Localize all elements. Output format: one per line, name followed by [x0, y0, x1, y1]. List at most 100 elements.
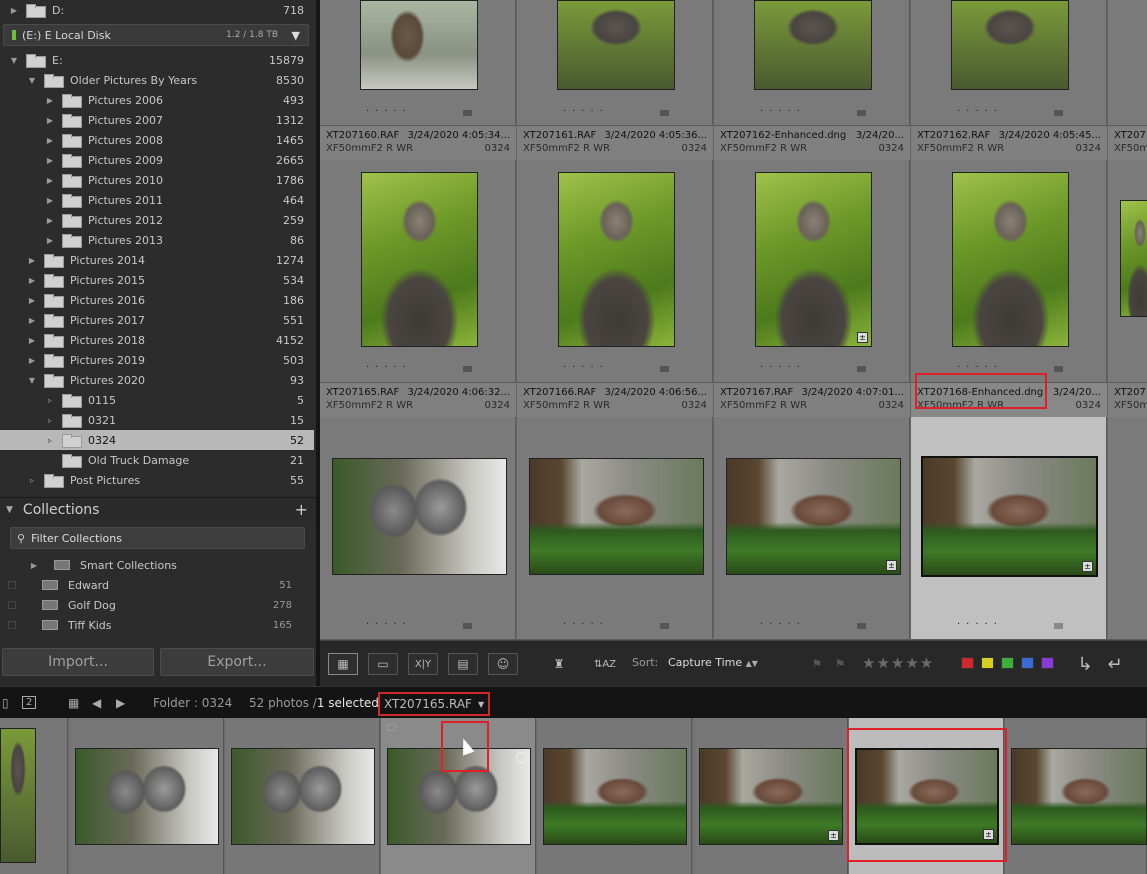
filmstrip-thumbnail[interactable] [543, 748, 687, 845]
import-button[interactable]: Import... [2, 648, 154, 676]
folder-post-pictures[interactable]: ▹ Post Pictures 55 [0, 470, 314, 490]
filmstrip-thumbnail[interactable]: ± [699, 748, 843, 845]
painter-icon[interactable]: ♜ [544, 653, 574, 675]
develop-edit-icon[interactable]: ± [983, 829, 994, 840]
folder-pictures-2009[interactable]: ▶ Pictures 2009 2665 [0, 150, 314, 170]
grid-cell[interactable]: ····· [320, 0, 516, 126]
checkbox[interactable] [8, 621, 16, 629]
folder-pictures-2013[interactable]: ▶ Pictures 2013 86 [0, 230, 314, 250]
collapse-icon[interactable]: ▼ [6, 505, 13, 515]
filmstrip-cell[interactable]: ± [693, 718, 848, 874]
flag-icon[interactable] [660, 366, 669, 372]
folder-pictures-2020[interactable]: ▼ Pictures 2020 93 [0, 370, 314, 390]
develop-edit-icon[interactable]: ± [886, 560, 897, 571]
expand-icon[interactable] [44, 450, 56, 470]
grid-cell[interactable]: ····· [911, 0, 1107, 126]
expand-icon[interactable]: ▶ [44, 110, 56, 130]
grid-view-icon[interactable]: ▦ [328, 653, 358, 675]
rating-dots[interactable]: ····· [957, 106, 1003, 117]
export-button[interactable]: Export... [160, 648, 314, 676]
grid-cell[interactable]: ····· [517, 0, 713, 126]
filmstrip-thumbnail[interactable] [75, 748, 219, 845]
rating-dots[interactable]: ····· [366, 619, 412, 630]
color-label-red[interactable] [961, 657, 974, 669]
expand-icon[interactable]: ▶ [26, 290, 38, 310]
color-label-purple[interactable] [1041, 657, 1054, 669]
thumbnail[interactable] [558, 172, 675, 347]
rating-dots[interactable]: ····· [563, 362, 609, 373]
color-label-green[interactable] [1001, 657, 1014, 669]
window-icon[interactable]: ▯ [2, 696, 9, 710]
grid-cell-partial[interactable]: XT207 XF50mm [1108, 383, 1147, 640]
forward-arrow-icon[interactable]: ▶ [116, 696, 125, 710]
thumbnail[interactable] [557, 0, 675, 90]
people-view-icon[interactable]: ☺ [488, 653, 518, 675]
expand-icon[interactable]: ▶ [26, 350, 38, 370]
expand-icon[interactable]: ▶ [26, 270, 38, 290]
add-collection-icon[interactable]: + [295, 500, 308, 519]
flag-icon[interactable] [1054, 110, 1063, 116]
filmstrip-thumbnail[interactable] [0, 728, 36, 863]
secondary-display-icon[interactable]: 2 [22, 696, 37, 709]
filename-dropdown[interactable]: XT207165.RAF ▼ [378, 692, 491, 716]
thumbnail[interactable] [529, 458, 704, 575]
flag-icon[interactable] [463, 366, 472, 372]
collapse-icon[interactable]: ▼ [26, 370, 38, 390]
filmstrip-thumbnail[interactable] [231, 748, 375, 845]
expand-icon[interactable]: ▶ [26, 330, 38, 350]
flag-icon[interactable] [857, 366, 866, 372]
grid-cell-xt207161[interactable]: XT207161.RAF 3/24/2020 4:05:36... XF50mm… [517, 126, 713, 383]
flag-icon[interactable] [857, 110, 866, 116]
expand-icon[interactable]: ▶ [28, 555, 40, 575]
smart-collections[interactable]: ▶ Smart Collections [0, 555, 300, 575]
grid-cell-xt207166[interactable]: XT207166.RAF 3/24/2020 4:06:56... XF50mm… [517, 383, 713, 640]
expand-icon[interactable]: ▶ [44, 90, 56, 110]
quick-collection-icon[interactable] [516, 752, 527, 763]
collection-golf-dog[interactable]: Golf Dog 278 [0, 595, 300, 615]
thumbnail[interactable] [360, 0, 478, 90]
thumbnail[interactable] [361, 172, 478, 347]
flag-icon[interactable] [1054, 623, 1063, 629]
survey-view-icon[interactable]: ▤ [448, 653, 478, 675]
filmstrip-folder[interactable]: Folder : 0324 [153, 696, 232, 710]
grid-icon[interactable]: ▦ [68, 696, 79, 710]
collections-header[interactable]: ▼ Collections + [0, 497, 316, 521]
collapse-icon[interactable]: ▼ [8, 50, 20, 70]
flag-reject-icon[interactable]: ⚑ [825, 653, 855, 675]
expand-icon[interactable]: ▶ [26, 310, 38, 330]
flag-icon[interactable] [463, 110, 472, 116]
folder-pictures-2008[interactable]: ▶ Pictures 2008 1465 [0, 130, 314, 150]
grid-cell-xt207162[interactable]: XT207162.RAF 3/24/2020 4:05:45... XF50mm… [911, 126, 1107, 383]
flag-icon[interactable] [387, 724, 396, 731]
collection-edward[interactable]: Edward 51 [0, 575, 300, 595]
develop-edit-icon[interactable]: ± [1082, 561, 1093, 572]
rotate-right-icon[interactable]: ↵ [1100, 653, 1130, 675]
filmstrip-thumbnail[interactable] [387, 748, 531, 845]
expand-icon[interactable]: ▶ [44, 230, 56, 250]
develop-edit-icon[interactable]: ± [857, 332, 868, 343]
collapse-icon[interactable]: ▼ [26, 70, 38, 90]
thumbnail[interactable] [951, 0, 1069, 90]
folder-pictures-2017[interactable]: ▶ Pictures 2017 551 [0, 310, 314, 330]
folder-pictures-2011[interactable]: ▶ Pictures 2011 464 [0, 190, 314, 210]
folder-pictures-2019[interactable]: ▶ Pictures 2019 503 [0, 350, 314, 370]
grid-cell-xt207160[interactable]: XT207160.RAF 3/24/2020 4:05:34... XF50mm… [320, 126, 516, 383]
folder-pictures-2012[interactable]: ▶ Pictures 2012 259 [0, 210, 314, 230]
expand-icon[interactable]: ▹ [44, 390, 56, 410]
expand-icon[interactable]: ▹ [44, 410, 56, 430]
rating-dots[interactable]: ····· [760, 106, 806, 117]
flag-icon[interactable] [1054, 366, 1063, 372]
folder-d[interactable]: ▶ D: 718 [0, 0, 314, 20]
folder-0115[interactable]: ▹ 0115 5 [0, 390, 314, 410]
rating-dots[interactable]: ····· [760, 619, 806, 630]
loupe-view-icon[interactable]: ▭ [368, 653, 398, 675]
rating-dots[interactable]: ····· [563, 619, 609, 630]
rating-dots[interactable]: ····· [760, 362, 806, 373]
grid-cell[interactable] [1108, 0, 1147, 126]
flag-icon[interactable] [857, 623, 866, 629]
expand-icon[interactable]: ▶ [8, 0, 20, 20]
filmstrip-cell[interactable] [1005, 718, 1147, 874]
color-label-yellow[interactable] [981, 657, 994, 669]
folder-pictures-2016[interactable]: ▶ Pictures 2016 186 [0, 290, 314, 310]
expand-icon[interactable]: ▶ [44, 170, 56, 190]
